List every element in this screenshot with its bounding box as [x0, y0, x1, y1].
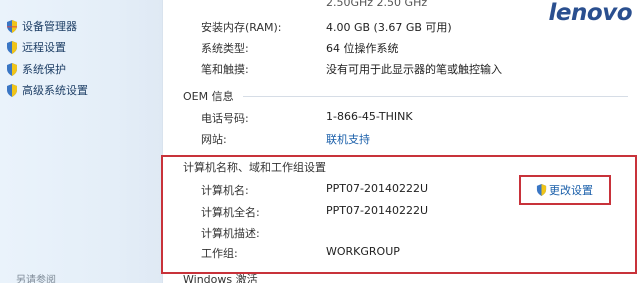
ram-label: 安装内存(RAM): [201, 21, 282, 34]
system-type-label: 系统类型: [201, 42, 249, 55]
phone-value: 1-866-45-THINK [326, 110, 413, 123]
shield-icon [7, 62, 17, 76]
sidebar: 设备管理器 远程设置 系统保护 高级系统设置 另请参阅 [0, 0, 163, 283]
sidebar-item-advanced-settings[interactable]: 高级系统设置 [6, 82, 88, 98]
pen-touch-value: 没有可用于此显示器的笔或触控输入 [326, 63, 502, 76]
oem-divider [243, 96, 628, 97]
sidebar-item-label: 系统保护 [22, 63, 66, 76]
system-properties-window: 设备管理器 远程设置 系统保护 高级系统设置 另请参阅 lenovo 2.50G… [0, 0, 640, 283]
pen-touch-label: 笔和触摸: [201, 63, 249, 76]
change-settings-highlight [519, 175, 611, 205]
website-label: 网站: [201, 133, 227, 146]
sidebar-item-label: 设备管理器 [22, 20, 77, 33]
computer-section-highlight [161, 155, 637, 274]
see-also-label: 另请参阅 [16, 275, 56, 283]
sidebar-item-label: 高级系统设置 [22, 84, 88, 97]
lenovo-logo: lenovo [548, 0, 633, 26]
phone-label: 电话号码: [201, 112, 249, 125]
cpu-value: 2.50GHz 2.50 GHz [326, 0, 428, 9]
sidebar-item-device-manager[interactable]: 设备管理器 [6, 18, 77, 34]
sidebar-item-system-protection[interactable]: 系统保护 [6, 61, 66, 77]
shield-icon [7, 40, 17, 54]
oem-section-title: OEM 信息 [183, 90, 234, 103]
ram-value: 4.00 GB (3.67 GB 可用) [326, 21, 452, 34]
sidebar-item-label: 远程设置 [22, 41, 66, 54]
online-support-link[interactable]: 联机支持 [326, 131, 370, 147]
shield-icon [7, 83, 17, 97]
sidebar-item-remote-settings[interactable]: 远程设置 [6, 39, 66, 55]
system-type-value: 64 位操作系统 [326, 42, 399, 55]
shield-icon [7, 19, 17, 33]
